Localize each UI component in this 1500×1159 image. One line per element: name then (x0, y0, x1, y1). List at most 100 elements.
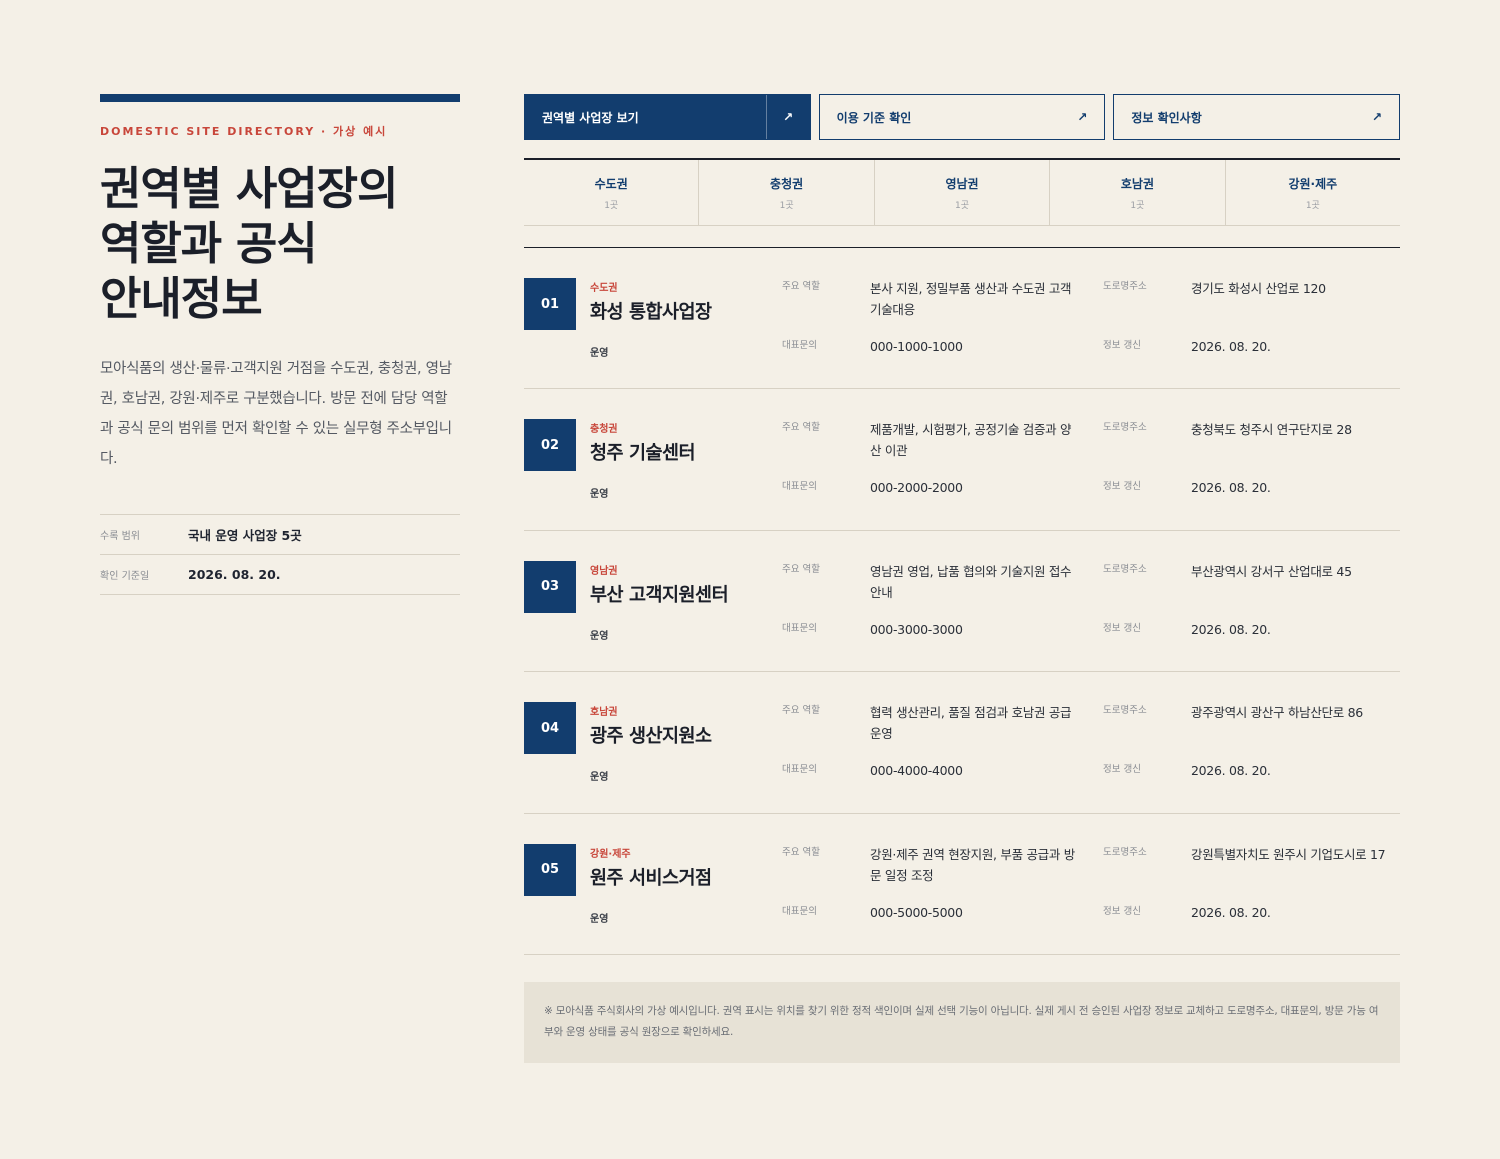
address-label: 도로명주소 (1103, 281, 1147, 292)
info-check-button[interactable]: 정보 확인사항 ↗ (1113, 94, 1401, 140)
site-number-badge: 05 (524, 843, 576, 896)
tab-chungcheong[interactable]: 충청권 1곳 (699, 160, 875, 225)
role-value: 영남권 영업, 납품 협의와 기술지원 접수 안내 (870, 563, 1072, 600)
meta-table: 수록 범위 국내 운영 사업장 5곳 확인 기준일 2026. 08. 20. (100, 514, 460, 595)
address-value: 광주광역시 광산구 하남산단로 86 (1191, 705, 1363, 721)
list-item: 02 충청권 청주 기술센터 운영 주요 역할 제품개발, 시험평가, 공정기술… (524, 389, 1400, 531)
list-item: 01 수도권 화성 통합사업장 운영 주요 역할 본사 지원, 정밀부품 생산과… (524, 248, 1400, 390)
role-label: 주요 역할 (782, 281, 820, 292)
phone-value: 000-5000-5000 (870, 904, 963, 920)
tab-label: 영남권 (945, 176, 979, 191)
region-tabs: 수도권 1곳 충청권 1곳 영남권 1곳 호남권 1곳 강원·제주 1곳 (524, 158, 1400, 226)
site-status: 운영 (590, 630, 609, 642)
updated-value: 2026. 08. 20. (1191, 339, 1271, 354)
action-buttons: 권역별 사업장 보기 ↗ 이용 기준 확인 ↗ 정보 확인사항 ↗ (524, 94, 1401, 140)
phone-label: 대표문의 (782, 905, 817, 917)
eyebrow: DOMESTIC SITE DIRECTORY · 가상 예시 (100, 125, 388, 138)
updated-label: 정보 갱신 (1103, 905, 1141, 917)
site-status: 운영 (590, 913, 609, 925)
site-region: 충청권 (590, 424, 618, 436)
updated-label: 정보 갱신 (1103, 481, 1141, 493)
site-status: 운영 (590, 489, 609, 501)
role-label: 주요 역할 (782, 705, 820, 717)
site-region: 수도권 (590, 283, 618, 294)
intro-text: 모아식품의 생산·물류·고객지원 거점을 수도권, 충청권, 영남권, 호남권,… (100, 361, 452, 467)
tab-label: 수도권 (594, 176, 628, 191)
role-label: 주요 역할 (782, 422, 820, 434)
updated-value: 2026. 08. 20. (1191, 480, 1271, 496)
meta-value: 국내 운영 사업장 5곳 (188, 528, 302, 543)
role-value: 협력 생산관리, 품질 점검과 호남권 공급 운영 (870, 705, 1072, 742)
role-label: 주요 역할 (782, 846, 820, 858)
address-label: 도로명주소 (1103, 422, 1147, 434)
page-title-line: 권역별 사업장의 (100, 162, 398, 215)
role-value: 본사 지원, 정밀부품 생산과 수도권 고객 기술대응 (870, 281, 1072, 317)
site-name: 부산 고객지원센터 (590, 584, 729, 606)
address-value: 부산광역시 강서구 산업대로 45 (1191, 563, 1352, 579)
page-title: 권역별 사업장의 역할과 공식 안내정보 (100, 161, 460, 326)
phone-label: 대표문의 (782, 622, 817, 634)
list-item: 03 영남권 부산 고객지원센터 운영 주요 역할 영남권 영업, 납품 협의와… (524, 531, 1400, 673)
button-label: 권역별 사업장 보기 (542, 110, 639, 125)
address-label: 도로명주소 (1103, 846, 1147, 858)
tab-count: 1곳 (1305, 200, 1320, 211)
tab-label: 강원·제주 (1288, 176, 1338, 191)
directory-panel: 권역별 사업장 보기 ↗ 이용 기준 확인 ↗ 정보 확인사항 ↗ 수도권 1곳… (524, 94, 1401, 1063)
role-value: 제품개발, 시험평가, 공정기술 검증과 양산 이관 (870, 422, 1072, 459)
phone-label: 대표문의 (782, 340, 817, 351)
tab-label: 충청권 (770, 176, 804, 191)
meta-row: 수록 범위 국내 운영 사업장 5곳 (100, 515, 460, 555)
page-title-line: 역할과 공식 (100, 217, 318, 270)
meta-key: 수록 범위 (100, 531, 140, 542)
tab-label: 호남권 (1120, 176, 1154, 191)
address-value: 경기도 화성시 산업로 120 (1191, 281, 1326, 296)
role-value: 강원·제주 권역 현장지원, 부품 공급과 방문 일정 조정 (870, 846, 1075, 883)
tab-capital[interactable]: 수도권 1곳 (524, 160, 700, 225)
updated-label: 정보 갱신 (1103, 764, 1141, 776)
site-name: 화성 통합사업장 (590, 302, 712, 323)
region-sites-button[interactable]: 권역별 사업장 보기 ↗ (524, 94, 811, 140)
updated-value: 2026. 08. 20. (1191, 763, 1271, 779)
site-number-badge: 01 (524, 278, 576, 330)
list-item: 04 호남권 광주 생산지원소 운영 주요 역할 협력 생산관리, 품질 점검과… (524, 672, 1400, 814)
list-item: 05 강원·제주 원주 서비스거점 운영 주요 역할 강원·제주 권역 현장지원… (524, 814, 1400, 955)
button-label: 이용 기준 확인 (836, 110, 912, 125)
phone-value: 000-2000-2000 (870, 480, 963, 496)
phone-label: 대표문의 (782, 764, 817, 776)
accent-bar (100, 94, 460, 102)
usage-criteria-button[interactable]: 이용 기준 확인 ↗ (818, 94, 1106, 140)
arrow-up-right-icon: ↗ (765, 95, 810, 139)
address-label: 도로명주소 (1103, 563, 1147, 575)
tab-honam[interactable]: 호남권 1곳 (1050, 160, 1226, 225)
updated-label: 정보 갱신 (1103, 622, 1141, 634)
intro-panel: DOMESTIC SITE DIRECTORY · 가상 예시 권역별 사업장의… (100, 94, 460, 595)
site-region: 강원·제주 (590, 848, 631, 860)
updated-value: 2026. 08. 20. (1191, 904, 1271, 920)
site-number-badge: 02 (524, 419, 576, 472)
page-title-line: 안내정보 (100, 272, 263, 325)
updated-value: 2026. 08. 20. (1191, 621, 1271, 637)
address-label: 도로명주소 (1103, 705, 1147, 717)
site-number-badge: 04 (524, 702, 576, 755)
tab-yeongnam[interactable]: 영남권 1곳 (875, 160, 1051, 225)
address-value: 충청북도 청주시 연구단지로 28 (1191, 422, 1352, 438)
disclaimer-note: ※ 모아식품 주식회사의 가상 예시입니다. 권역 표시는 위치를 찾기 위한 … (524, 981, 1400, 1063)
arrow-up-right-icon: ↗ (1077, 110, 1088, 124)
tab-count: 1곳 (955, 200, 970, 211)
meta-key: 확인 기준일 (100, 571, 150, 582)
phone-value: 000-3000-3000 (870, 621, 963, 637)
phone-value: 000-4000-4000 (870, 763, 963, 779)
tab-count: 1곳 (1130, 200, 1145, 211)
site-region: 호남권 (590, 707, 618, 719)
arrow-up-right-icon: ↗ (1371, 110, 1383, 124)
site-region: 영남권 (590, 565, 618, 577)
meta-row: 확인 기준일 2026. 08. 20. (100, 555, 460, 595)
updated-label: 정보 갱신 (1103, 340, 1141, 351)
phone-label: 대표문의 (782, 481, 817, 493)
site-name: 광주 생산지원소 (590, 726, 712, 748)
site-status: 운영 (590, 772, 609, 784)
phone-value: 000-1000-1000 (870, 339, 963, 354)
site-status: 운영 (590, 348, 609, 359)
site-name: 청주 기술센터 (590, 443, 696, 465)
tab-gangwon-jeju[interactable]: 강원·제주 1곳 (1226, 160, 1400, 225)
